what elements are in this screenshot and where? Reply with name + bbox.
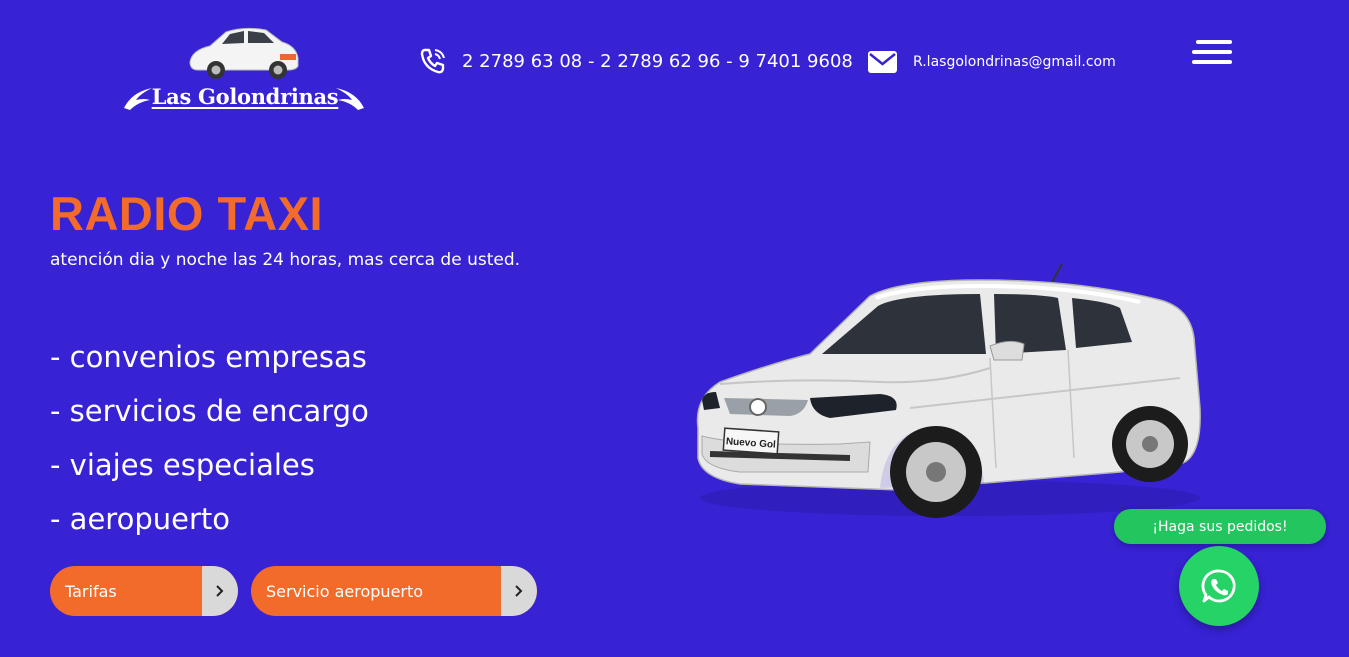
whatsapp-button[interactable] bbox=[1179, 546, 1259, 626]
tarifas-button[interactable]: Tarifas bbox=[50, 566, 238, 616]
taxi-car-image: Nuevo Gol bbox=[696, 263, 1201, 518]
brand-name: Las Golondrinas bbox=[151, 84, 339, 109]
whatsapp-order-label[interactable]: ¡Haga sus pedidos! bbox=[1114, 509, 1326, 544]
chevron-right-icon bbox=[501, 566, 537, 616]
aeropuerto-button-label: Servicio aeropuerto bbox=[266, 581, 424, 601]
email-address[interactable]: R.lasgolondrinas@gmail.com bbox=[913, 54, 1116, 70]
hamburger-icon bbox=[1196, 40, 1232, 44]
envelope-icon bbox=[868, 51, 897, 73]
phone-ringing-icon bbox=[420, 48, 445, 74]
logo-car-image bbox=[189, 27, 299, 79]
whatsapp-icon bbox=[1201, 569, 1236, 603]
contact-email[interactable]: R.lasgolondrinas@gmail.com bbox=[868, 48, 1116, 76]
swallow-right-icon bbox=[336, 88, 364, 110]
hamburger-menu-button[interactable] bbox=[1190, 40, 1232, 66]
rear-wheel bbox=[1112, 406, 1188, 482]
servicio-aeropuerto-button[interactable]: Servicio aeropuerto bbox=[251, 566, 537, 616]
hero-title: RADIO TAXI bbox=[50, 187, 324, 240]
chevron-right-icon bbox=[202, 566, 238, 616]
phone-numbers[interactable]: 2 2789 63 08 - 2 2789 62 96 - 9 7401 960… bbox=[462, 51, 853, 72]
service-item: - convenios empresas bbox=[50, 340, 367, 374]
contact-phone[interactable]: 2 2789 63 08 - 2 2789 62 96 - 9 7401 960… bbox=[418, 46, 853, 76]
service-item: - viajes especiales bbox=[50, 448, 315, 482]
service-item: - servicios de encargo bbox=[50, 394, 369, 428]
front-wheel bbox=[890, 426, 982, 518]
site-logo[interactable]: Las Golondrinas bbox=[120, 22, 370, 122]
hero-subtitle: atención dia y noche las 24 horas, mas c… bbox=[50, 250, 521, 270]
services-list: - convenios empresas - servicios de enca… bbox=[50, 330, 369, 546]
tarifas-button-label: Tarifas bbox=[65, 581, 117, 601]
service-item: - aeropuerto bbox=[50, 502, 230, 536]
